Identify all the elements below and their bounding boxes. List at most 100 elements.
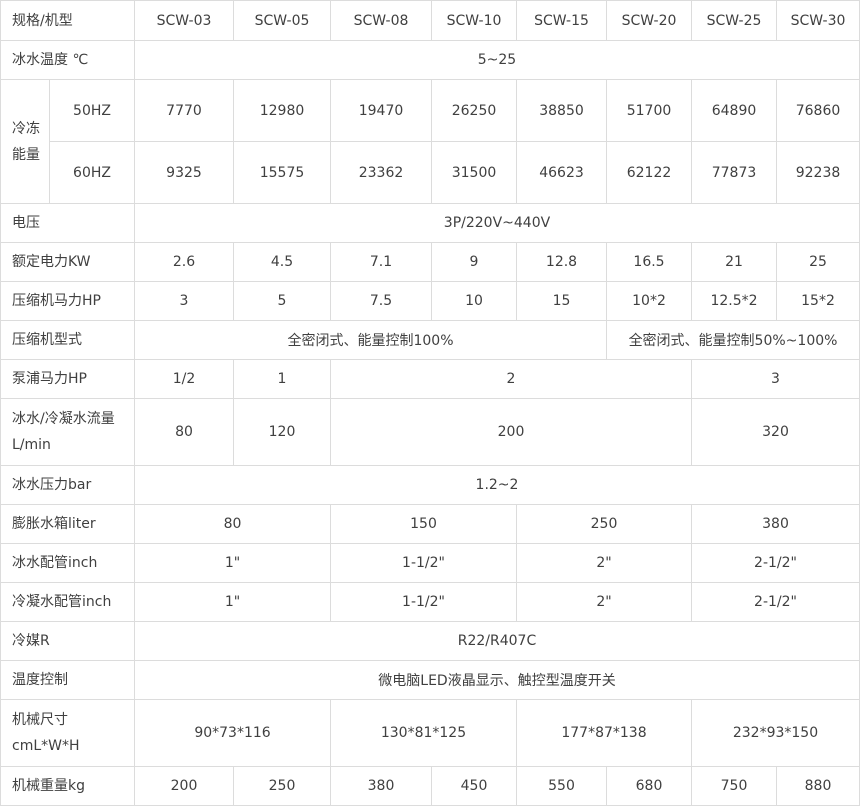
cell-value: 120 bbox=[233, 398, 331, 466]
row-compressor-type: 压缩机型式 全密闭式、能量控制100% 全密闭式、能量控制50%~100% bbox=[0, 320, 860, 360]
model-header: SCW-25 bbox=[691, 0, 777, 41]
cell-value: 1/2 bbox=[134, 359, 234, 399]
cell-value: 3 bbox=[134, 281, 234, 321]
row-label: 冰水温度 ℃ bbox=[0, 40, 135, 80]
row-machine-weight: 机械重量kg 200 250 380 450 550 680 750 880 bbox=[0, 766, 860, 806]
cell-value: 177*87*138 bbox=[516, 699, 692, 767]
cell-value: 80 bbox=[134, 398, 234, 466]
row-label: 冰水/冷凝水流量L/min bbox=[0, 398, 135, 466]
cell-value: 250 bbox=[233, 766, 331, 806]
cell-value: 7770 bbox=[134, 79, 234, 142]
row-label: 冰水压力bar bbox=[0, 465, 135, 505]
model-header: SCW-15 bbox=[516, 0, 607, 41]
row-chilled-water-pressure: 冰水压力bar 1.2~2 bbox=[0, 465, 860, 505]
cell-value: 微电脑LED液晶显示、触控型温度开关 bbox=[134, 660, 860, 700]
cell-value: 12.5*2 bbox=[691, 281, 777, 321]
row-label: 机械尺寸cmL*W*H bbox=[0, 699, 135, 767]
cell-value: 77873 bbox=[691, 141, 777, 204]
cell-value: 5~25 bbox=[134, 40, 860, 80]
model-header: SCW-05 bbox=[233, 0, 331, 41]
row-label: 温度控制 bbox=[0, 660, 135, 700]
cell-value: 31500 bbox=[431, 141, 517, 204]
row-voltage: 电压 3P/220V~440V bbox=[0, 203, 860, 243]
spec-table: 规格/机型 SCW-03 SCW-05 SCW-08 SCW-10 SCW-15… bbox=[0, 0, 860, 806]
cell-value: 320 bbox=[691, 398, 860, 466]
cell-value: 76860 bbox=[776, 79, 860, 142]
cell-value: 12980 bbox=[233, 79, 331, 142]
cell-value: 15 bbox=[516, 281, 607, 321]
row-condenser-water-pipe: 冷凝水配管inch 1" 1-1/2" 2" 2-1/2" bbox=[0, 582, 860, 622]
cell-value: 7.1 bbox=[330, 242, 432, 282]
cell-value: 750 bbox=[691, 766, 777, 806]
cell-value: 5 bbox=[233, 281, 331, 321]
sub-label: 50HZ bbox=[49, 79, 135, 142]
cell-value: R22/R407C bbox=[134, 621, 860, 661]
row-compressor-hp: 压缩机马力HP 3 5 7.5 10 15 10*2 12.5*2 15*2 bbox=[0, 281, 860, 321]
row-rated-power: 额定电力KW 2.6 4.5 7.1 9 12.8 16.5 21 25 bbox=[0, 242, 860, 282]
row-expansion-tank: 膨胀水箱liter 80 150 250 380 bbox=[0, 504, 860, 544]
cell-value: 12.8 bbox=[516, 242, 607, 282]
header-row: 规格/机型 SCW-03 SCW-05 SCW-08 SCW-10 SCW-15… bbox=[0, 0, 860, 41]
cell-value: 7.5 bbox=[330, 281, 432, 321]
row-label-cooling-capacity: 冷冻能量 bbox=[0, 79, 50, 204]
cell-value: 680 bbox=[606, 766, 692, 806]
cell-value: 16.5 bbox=[606, 242, 692, 282]
cell-value: 46623 bbox=[516, 141, 607, 204]
cell-value: 51700 bbox=[606, 79, 692, 142]
cell-value: 2-1/2" bbox=[691, 582, 860, 622]
header-label: 规格/机型 bbox=[0, 0, 135, 41]
cell-value: 1.2~2 bbox=[134, 465, 860, 505]
cell-value: 64890 bbox=[691, 79, 777, 142]
row-label: 冰水配管inch bbox=[0, 543, 135, 583]
cell-value: 1 bbox=[233, 359, 331, 399]
row-label: 额定电力KW bbox=[0, 242, 135, 282]
cell-value: 21 bbox=[691, 242, 777, 282]
cell-value: 26250 bbox=[431, 79, 517, 142]
cell-value: 3P/220V~440V bbox=[134, 203, 860, 243]
cell-value: 9 bbox=[431, 242, 517, 282]
cell-value: 25 bbox=[776, 242, 860, 282]
row-temperature-control: 温度控制 微电脑LED液晶显示、触控型温度开关 bbox=[0, 660, 860, 700]
model-header: SCW-10 bbox=[431, 0, 517, 41]
cell-value: 9325 bbox=[134, 141, 234, 204]
cell-value: 全密闭式、能量控制100% bbox=[134, 320, 607, 360]
row-machine-size: 机械尺寸cmL*W*H 90*73*116 130*81*125 177*87*… bbox=[0, 699, 860, 767]
cell-value: 15575 bbox=[233, 141, 331, 204]
row-capacity-50hz: 冷冻能量 50HZ 7770 12980 19470 26250 38850 5… bbox=[0, 79, 860, 204]
row-label: 膨胀水箱liter bbox=[0, 504, 135, 544]
cell-value: 1-1/2" bbox=[330, 582, 517, 622]
cell-value: 150 bbox=[330, 504, 517, 544]
sub-label: 60HZ bbox=[49, 141, 135, 204]
model-header: SCW-30 bbox=[776, 0, 860, 41]
row-pump-hp: 泵浦马力HP 1/2 1 2 3 bbox=[0, 359, 860, 399]
cell-value: 10 bbox=[431, 281, 517, 321]
model-header: SCW-03 bbox=[134, 0, 234, 41]
row-capacity-60hz: 60HZ 9325 15575 23362 31500 46623 62122 … bbox=[1, 141, 860, 204]
cell-value: 450 bbox=[431, 766, 517, 806]
row-label: 冷媒R bbox=[0, 621, 135, 661]
cell-value: 80 bbox=[134, 504, 331, 544]
cell-value: 23362 bbox=[330, 141, 432, 204]
cell-value: 200 bbox=[134, 766, 234, 806]
cell-value: 2-1/2" bbox=[691, 543, 860, 583]
cell-value: 38850 bbox=[516, 79, 607, 142]
row-label: 泵浦马力HP bbox=[0, 359, 135, 399]
cell-value: 15*2 bbox=[776, 281, 860, 321]
cell-value: 250 bbox=[516, 504, 692, 544]
cell-value: 1-1/2" bbox=[330, 543, 517, 583]
row-water-flow: 冰水/冷凝水流量L/min 80 120 200 320 bbox=[0, 398, 860, 466]
row-label: 机械重量kg bbox=[0, 766, 135, 806]
cell-value: 232*93*150 bbox=[691, 699, 860, 767]
cell-value: 1" bbox=[134, 582, 331, 622]
cell-value: 4.5 bbox=[233, 242, 331, 282]
row-label: 电压 bbox=[0, 203, 135, 243]
cell-value: 92238 bbox=[776, 141, 860, 204]
cell-value: 380 bbox=[330, 766, 432, 806]
cell-value: 200 bbox=[330, 398, 692, 466]
model-header: SCW-20 bbox=[606, 0, 692, 41]
row-refrigerant: 冷媒R R22/R407C bbox=[0, 621, 860, 661]
cell-value: 2 bbox=[330, 359, 692, 399]
cell-value: 10*2 bbox=[606, 281, 692, 321]
cell-value: 3 bbox=[691, 359, 860, 399]
cell-value: 62122 bbox=[606, 141, 692, 204]
